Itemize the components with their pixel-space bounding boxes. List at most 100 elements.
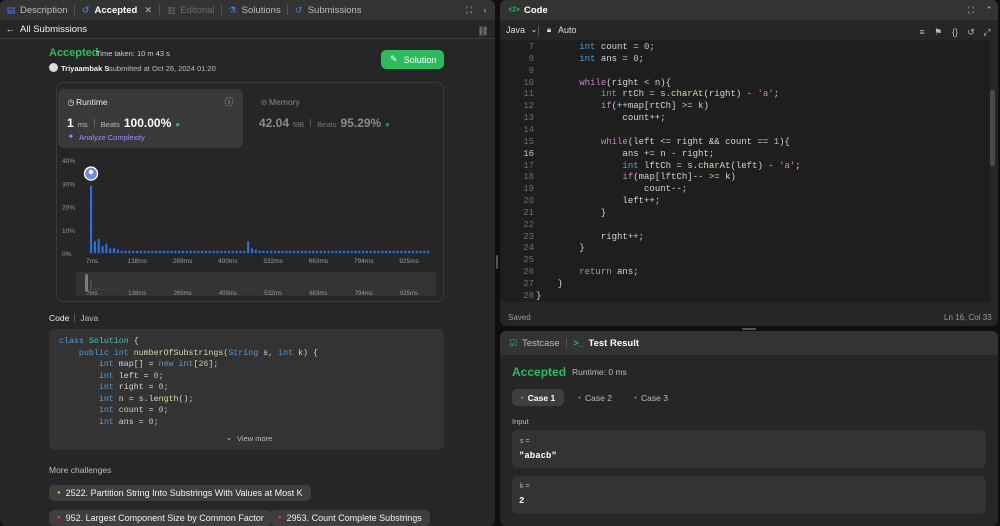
histogram-bar [151,250,154,253]
editor-line: 12 if(++map[rtCh] >= k) [500,101,990,113]
case-tab-3[interactable]: ● Case 3 [626,389,676,406]
tab-solutions[interactable]: ⚗ Solutions [222,0,287,20]
edit-icon: ✎ [389,54,398,64]
slider-minibar [105,288,108,290]
editorial-icon: ▥ [167,4,176,15]
tab-editorial[interactable]: ▥ Editorial [160,0,220,20]
x-tick-label: 532ms [263,258,283,265]
case-tab-1[interactable]: ● Case 1 [512,389,564,406]
code-editor[interactable]: 7 int count = 0; 8 int ans = 0; 9 10 while(… [500,40,990,302]
auto-mode[interactable]: 🔒︎ Auto [544,25,577,35]
histogram-bar [281,250,284,253]
challenge-item[interactable]: ● 2953. Count Complete Substrings [270,510,430,526]
flask-icon: ⚗ [228,4,237,15]
horizontal-splitter[interactable] [742,328,756,330]
input-box-k [512,476,986,514]
histogram-bar [296,250,300,253]
slider-minibar [116,289,119,290]
cursor-position: Ln 16, Col 33 [944,313,992,322]
divider [0,38,495,39]
code-text: int rtCh = s.charAt(right) - 'a'; [600,89,780,100]
maximize-icon[interactable]: ⛶ [966,5,976,15]
histogram-bar [262,250,265,253]
snippet-line: class Solution { [59,337,139,346]
code-text: int count = 0; [579,42,655,52]
fullscreen-icon[interactable]: ⤢ [982,27,992,37]
histogram-bar [362,250,365,253]
sparkle-icon: ✦ [67,132,75,141]
collapse-icon[interactable]: ‹ [480,5,490,15]
analyze-complexity-link[interactable]: ✦ Analyze Complexity [66,132,145,142]
histogram-bar [312,250,315,253]
code-snippet: class Solution { public int numberOfSubs… [59,336,318,428]
code-text: while(right < n){ [579,77,672,88]
user-name[interactable]: Triyaambak S [61,64,109,73]
collapse-up-icon[interactable]: ⌃ [984,5,994,15]
code-text: return ans; [579,267,639,278]
line-number: 11 [523,89,534,100]
case-tab-2[interactable]: ● Case 2 [570,389,620,406]
x-tick-label: 138ms [128,258,148,265]
tab-description[interactable]: ▤ Description [0,0,74,20]
challenge-item[interactable]: ● 952. Largest Component Size by Common … [49,510,272,526]
line-number: 8 [528,53,534,64]
editor-line: 10 while(right < n){ [500,78,990,90]
runtime-distribution-chart[interactable]: 40% 30% 20% 10% 0% 7ms 138ms 269ms 400ms 532ms 663… [56,150,444,300]
memory-icon: ⊛ [260,98,268,107]
x-tick-label: 925ms [399,258,419,265]
histogram-bar [212,250,215,253]
bookmark-icon[interactable]: ⚑ [933,27,943,37]
x-tick-label: 269ms [173,258,193,265]
braces-icon[interactable]: {} [950,27,960,37]
code-text: count--; [644,184,688,195]
language-select[interactable]: Java ⌄ [506,25,539,35]
y-tick-label: 20% [62,205,75,212]
snippet-line: int right = 0; [98,383,169,392]
vertical-splitter[interactable] [496,255,498,269]
line-number: 15 [523,136,534,147]
input-label: Input [512,417,529,426]
slider-minibar [109,289,112,290]
histogram-bar [147,250,150,253]
histogram-bar [358,250,361,253]
solution-button[interactable]: ✎ Solution [381,50,444,69]
histogram-bar [193,250,196,253]
y-tick-label: 40% [62,158,75,165]
tab-test-result[interactable]: >_ Test Result [567,331,646,355]
challenge-item[interactable]: ● 2522. Partition String Into Substrings… [49,485,311,501]
test-status: Accepted [512,365,567,379]
maximize-icon[interactable]: ⛶ [464,5,474,15]
pass-dot: ● [634,394,638,401]
histogram-bar [400,250,403,253]
histogram-bar [201,250,204,253]
snippet-line: int count = 0; [98,406,169,415]
close-icon[interactable]: ✕ [143,5,153,15]
view-more-button[interactable]: ⌄ View more [224,433,273,443]
code-text: if(++map[rtCh] >= k) [600,101,709,112]
reset-icon[interactable]: ↺ [966,27,976,37]
editor-scrollbar[interactable] [990,90,995,166]
test-tabbar: ☑ Testcase >_ Test Result [500,331,998,355]
slider-minibar [247,288,250,290]
tab-code[interactable]: </> Code [500,0,554,20]
tab-testcase[interactable]: ☑ Testcase [500,331,566,355]
format-icon[interactable]: ≡ [917,27,927,37]
slider-minibar [90,280,92,290]
code-text: while(left <= right && count == 1){ [600,136,790,147]
time-taken: Time taken: 10 m 43 s [96,49,170,58]
value-sep [93,119,95,127]
tab-accepted[interactable]: ↺ Accepted ✕ [75,0,160,20]
histogram-bar [254,249,257,253]
arrow-left-icon: ← [5,24,15,34]
code-text: int lftCh = s.charAt(left) - 'a'; [622,160,801,171]
editor-line: 13 count++; [500,113,990,125]
editor-line: 25 [500,255,990,267]
link-icon[interactable]: ⛓ [477,26,488,36]
histogram-bar [166,250,169,253]
editor-line: 20 left++; [500,196,990,208]
tab-submissions[interactable]: ↺ Submissions [288,0,368,20]
slider-tick-label: 269ms [174,291,192,297]
back-link[interactable]: ← All Submissions [5,24,88,35]
info-icon[interactable]: ⓘ [224,97,234,107]
y-tick-label: 30% [62,181,75,188]
